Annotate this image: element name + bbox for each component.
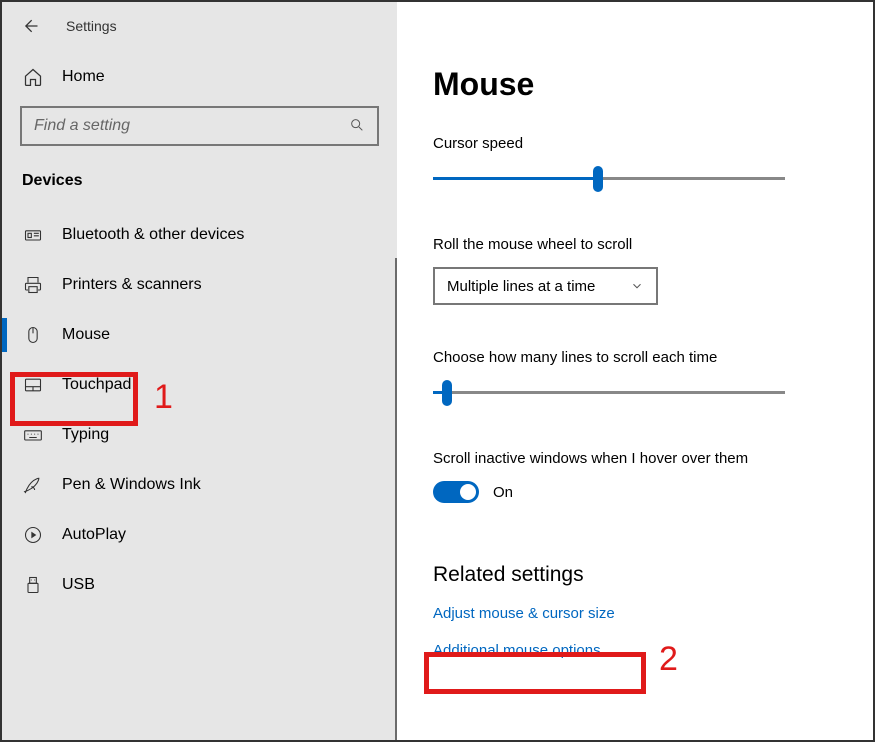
cursor-speed-slider[interactable]: [433, 166, 785, 192]
pen-icon: [22, 474, 44, 496]
nav-list: Bluetooth & other devices Printers & sca…: [2, 210, 397, 610]
sidebar-item-printers[interactable]: Printers & scanners: [2, 260, 397, 310]
sidebar-item-label: Mouse: [62, 326, 110, 344]
scroll-inactive-label: Scroll inactive windows when I hover ove…: [433, 450, 833, 467]
sidebar-item-usb[interactable]: USB: [2, 560, 397, 610]
toggle-state-text: On: [493, 484, 513, 501]
sidebar-item-home[interactable]: Home: [2, 56, 397, 106]
scroll-inactive-toggle[interactable]: [433, 481, 479, 503]
touchpad-icon: [22, 374, 44, 396]
sidebar-item-label: USB: [62, 576, 95, 594]
sidebar-item-label: Typing: [62, 426, 109, 444]
sidebar-item-label: Touchpad: [62, 376, 131, 394]
home-icon: [22, 66, 44, 88]
roll-wheel-value: Multiple lines at a time: [447, 278, 595, 295]
sidebar-item-autoplay[interactable]: AutoPlay: [2, 510, 397, 560]
related-settings-heading: Related settings: [433, 563, 833, 587]
chevron-down-icon: [630, 279, 644, 293]
category-heading: Devices: [2, 172, 397, 210]
printer-icon: [22, 274, 44, 296]
sidebar-item-mouse[interactable]: Mouse: [2, 310, 397, 360]
toggle-knob: [460, 484, 476, 500]
page-title: Mouse: [433, 66, 833, 103]
bluetooth-devices-icon: [22, 224, 44, 246]
autoplay-icon: [22, 524, 44, 546]
sidebar-item-label: Pen & Windows Ink: [62, 476, 201, 494]
link-additional-mouse-options[interactable]: Additional mouse options: [433, 642, 833, 659]
sidebar: Settings Home Devices Bluetooth & other …: [2, 2, 397, 740]
slider-thumb[interactable]: [442, 380, 452, 406]
settings-window: Settings Home Devices Bluetooth & other …: [0, 0, 875, 742]
roll-wheel-select[interactable]: Multiple lines at a time: [433, 267, 658, 305]
search-box[interactable]: [20, 106, 379, 146]
keyboard-icon: [22, 424, 44, 446]
search-input[interactable]: [32, 116, 349, 136]
roll-wheel-label: Roll the mouse wheel to scroll: [433, 236, 833, 253]
back-arrow-icon: [20, 16, 40, 36]
cursor-speed-label: Cursor speed: [433, 135, 833, 152]
sidebar-item-label: Bluetooth & other devices: [62, 226, 244, 244]
link-adjust-mouse-cursor-size[interactable]: Adjust mouse & cursor size: [433, 605, 833, 622]
content-pane: Mouse Cursor speed Roll the mouse wheel …: [397, 2, 873, 740]
sidebar-item-bluetooth[interactable]: Bluetooth & other devices: [2, 210, 397, 260]
sidebar-item-pen[interactable]: Pen & Windows Ink: [2, 460, 397, 510]
slider-thumb[interactable]: [593, 166, 603, 192]
search-icon: [349, 117, 367, 135]
sidebar-item-label: Printers & scanners: [62, 276, 202, 294]
home-label: Home: [62, 68, 105, 86]
usb-icon: [22, 574, 44, 596]
lines-scroll-slider[interactable]: [433, 380, 785, 406]
app-title: Settings: [66, 18, 117, 34]
sidebar-item-touchpad[interactable]: Touchpad: [2, 360, 397, 410]
mouse-icon: [22, 324, 44, 346]
lines-scroll-label: Choose how many lines to scroll each tim…: [433, 349, 833, 366]
scroll-inactive-toggle-row: On: [433, 481, 833, 503]
back-button[interactable]: [18, 14, 42, 38]
sidebar-item-typing[interactable]: Typing: [2, 410, 397, 460]
sidebar-header: Settings: [2, 2, 397, 56]
sidebar-item-label: AutoPlay: [62, 526, 126, 544]
